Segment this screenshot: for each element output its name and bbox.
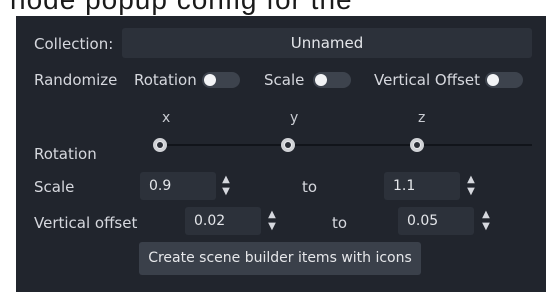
vertical-offset-to-label: to (332, 214, 348, 232)
vertical-offset-min-field[interactable]: 0.02 (185, 207, 261, 235)
scale-min-field[interactable]: 0.9 (140, 172, 216, 200)
scale-max-field[interactable]: 1.1 (384, 172, 460, 200)
randomize-rotation-toggle[interactable] (202, 72, 240, 88)
create-scene-builder-items-button[interactable]: Create scene builder items with icons (139, 242, 421, 275)
chevron-up-icon[interactable]: ▲ (265, 210, 279, 220)
clipped-heading-text: node popup config for the (10, 0, 353, 16)
collection-label: Collection: (34, 35, 114, 53)
chevron-up-icon[interactable]: ▲ (479, 210, 493, 220)
rotation-x-slider-handle[interactable] (153, 138, 167, 152)
vertical-offset-label: Vertical offset (34, 214, 138, 232)
rotation-label: Rotation (34, 145, 97, 163)
chevron-down-icon[interactable]: ▼ (219, 187, 233, 197)
randomize-vertical-offset-toggle[interactable] (485, 72, 523, 88)
vertical-offset-max-field[interactable]: 0.05 (398, 207, 474, 235)
rotation-z-slider-handle[interactable] (410, 138, 424, 152)
scale-to-label: to (302, 178, 318, 196)
rotation-y-slider-handle[interactable] (281, 138, 295, 152)
randomize-rotation-label: Rotation (134, 71, 197, 89)
chevron-down-icon[interactable]: ▼ (479, 222, 493, 232)
toggle-knob (315, 74, 327, 86)
toggle-knob (487, 74, 499, 86)
scale-max-spinner-arrows-icon[interactable]: ▲ ▼ (464, 172, 478, 200)
vertical-offset-min-spinner-arrows-icon[interactable]: ▲ ▼ (265, 207, 279, 235)
chevron-down-icon[interactable]: ▼ (265, 222, 279, 232)
axis-label-y: y (290, 110, 299, 126)
axis-label-z: z (418, 110, 426, 126)
randomize-vertical-offset-label: Vertical Offset (374, 71, 480, 89)
toggle-knob (204, 74, 216, 86)
randomize-scale-toggle[interactable] (313, 72, 351, 88)
chevron-down-icon[interactable]: ▼ (464, 187, 478, 197)
axis-label-x: x (162, 110, 171, 126)
collection-field[interactable]: Unnamed (122, 28, 532, 58)
randomize-scale-label: Scale (264, 71, 305, 89)
top-clipped-text-strip: node popup config for the (0, 0, 546, 16)
chevron-up-icon[interactable]: ▲ (464, 175, 478, 185)
scale-min-spinner-arrows-icon[interactable]: ▲ ▼ (219, 172, 233, 200)
chevron-up-icon[interactable]: ▲ (219, 175, 233, 185)
vertical-offset-max-spinner-arrows-icon[interactable]: ▲ ▼ (479, 207, 493, 235)
rotation-slider-track (158, 144, 532, 146)
scale-label: Scale (34, 178, 75, 196)
randomize-label: Randomize (34, 71, 118, 89)
